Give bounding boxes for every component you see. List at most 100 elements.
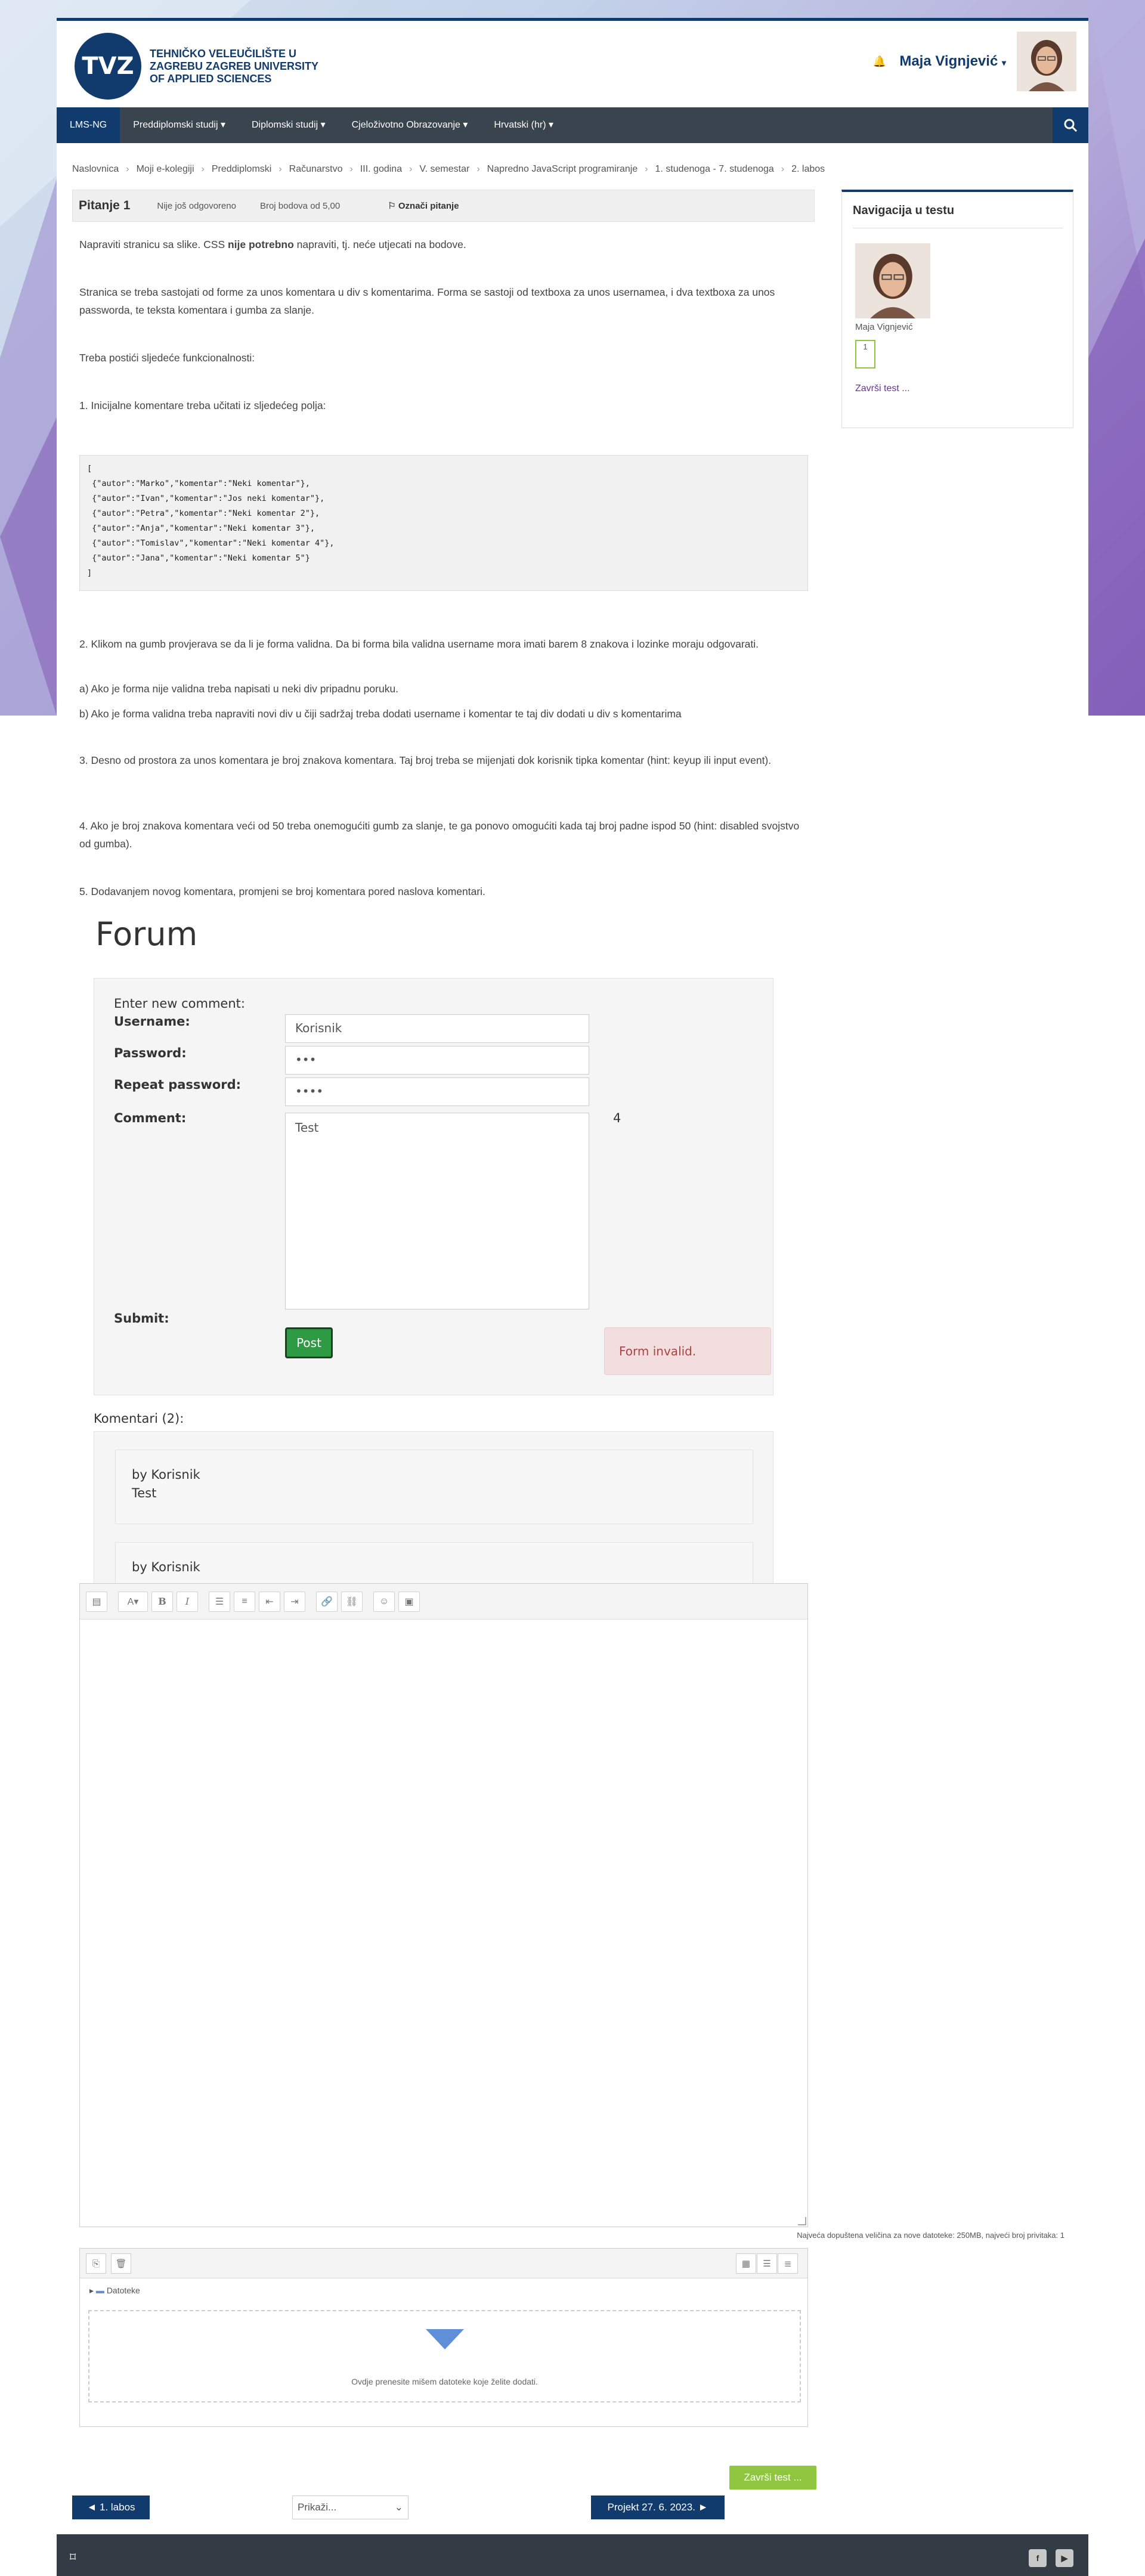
comment-textarea: Test xyxy=(285,1113,589,1309)
files-label: Datoteke xyxy=(106,2286,140,2295)
jump-to-select[interactable]: Prikaži... ⌄ xyxy=(292,2496,409,2519)
numbered-list-icon[interactable]: ≡ xyxy=(234,1591,255,1612)
breadcrumb-item[interactable]: Preddiplomski xyxy=(212,164,271,175)
file-manager: ⎘ 🗑 ▦ ☰ ≣ ▸ ▬ Datoteke Ovdje prenesite m… xyxy=(79,2248,808,2427)
dropzone-text: Ovdje prenesite mišem datoteke koje želi… xyxy=(351,2377,538,2386)
char-count: 4 xyxy=(613,1111,621,1125)
file-manager-toolbar: ⎘ 🗑 ▦ ☰ ≣ xyxy=(80,2249,807,2278)
resize-handle-icon[interactable] xyxy=(798,2217,806,2225)
user-name[interactable]: Maja Vignjević ▾ xyxy=(899,53,1006,70)
question-paragraph-4: 1. Inicijalne komentare treba učitati iz… xyxy=(79,400,326,411)
chevron-right-icon: › xyxy=(349,164,353,174)
youtube-icon[interactable]: ▶ xyxy=(1056,2549,1073,2567)
question-paragraph-6: a) Ako je forma nije validna treba napis… xyxy=(79,683,399,695)
comments-heading: Komentari (2): xyxy=(94,1411,184,1426)
question-points: Broj bodova od 5,00 xyxy=(259,200,341,211)
comment-label: Comment: xyxy=(114,1111,187,1125)
question-1-nav-button[interactable]: 1 xyxy=(855,340,875,369)
nav-preddiplomski[interactable]: Preddiplomski studij ▾ xyxy=(120,107,239,143)
breadcrumb: Naslovnica › Moji e-kolegiji › Preddiploms… xyxy=(72,164,825,175)
breadcrumb-item-current[interactable]: 2. labos xyxy=(791,164,825,175)
search-button[interactable] xyxy=(1053,107,1088,143)
question-paragraph-5: 2. Klikom na gumb provjerava se da li je… xyxy=(79,638,759,650)
logo-circle: TVZ xyxy=(75,33,141,100)
quiz-navigation-block: Navigacija u testu Maja Vignjević 1 Zavr… xyxy=(841,190,1073,428)
comment-text: Test xyxy=(132,1486,157,1500)
notification-bell-icon[interactable]: 🔔 xyxy=(873,55,886,68)
flag-question-button[interactable]: ⚐ Označi pitanje xyxy=(388,200,459,211)
editor-toolbar: ▤ A▾ B I ☰ ≡ ⇤ ⇥ 🔗 ⛓ ☺ ▣ xyxy=(80,1584,807,1620)
q-text-bold: nije potrebno xyxy=(227,239,294,250)
breadcrumb-item[interactable]: Računarstvo xyxy=(289,164,343,175)
password-field: ••• xyxy=(285,1046,589,1075)
bullet-list-icon[interactable]: ☰ xyxy=(209,1591,230,1612)
chevron-right-icon: › xyxy=(278,164,282,174)
add-file-icon[interactable]: ⎘ xyxy=(86,2253,106,2274)
answer-editor: ▤ A▾ B I ☰ ≡ ⇤ ⇥ 🔗 ⛓ ☺ ▣ xyxy=(79,1583,808,2227)
nav-diplomski[interactable]: Diplomski studij ▾ xyxy=(239,107,339,143)
flag-question-label: Označi pitanje xyxy=(398,201,459,211)
nav-cjelozivotno[interactable]: Cjeloživotno Obrazovanje ▾ xyxy=(339,107,481,143)
emoticon-icon[interactable]: ☺ xyxy=(373,1591,395,1612)
breadcrumb-item[interactable]: Moji e-kolegiji xyxy=(137,164,194,175)
facebook-icon[interactable]: f xyxy=(1029,2549,1047,2567)
download-arrow-icon xyxy=(425,2329,464,2349)
user-menu[interactable]: 🔔 Maja Vignjević ▾ xyxy=(873,32,1076,91)
user-avatar[interactable] xyxy=(1017,32,1076,91)
main-navbar: LMS-NG Preddiplomski studij ▾ Diplomski … xyxy=(57,107,1088,143)
breadcrumb-item[interactable]: Naslovnica xyxy=(72,164,119,175)
toolbar-toggle-icon[interactable]: ▤ xyxy=(86,1591,107,1612)
icon-view-icon[interactable]: ▦ xyxy=(736,2253,756,2274)
comments-container: by Korisnik Test by Korisnik xyxy=(94,1431,773,1583)
question-status: Nije još odgovoreno xyxy=(157,200,236,211)
forum-title: Forum xyxy=(95,915,198,953)
next-activity-button[interactable]: Projekt 27. 6. 2023. ► xyxy=(591,2496,725,2519)
breadcrumb-item[interactable]: 1. studenoga - 7. studenoga xyxy=(655,164,774,175)
user-name-text: Maja Vignjević xyxy=(899,53,998,69)
jump-select-value: Prikaži... xyxy=(298,2501,337,2513)
image-icon[interactable]: ▣ xyxy=(398,1591,420,1612)
outdent-icon[interactable]: ⇤ xyxy=(259,1591,280,1612)
nav-language[interactable]: Hrvatski (hr) ▾ xyxy=(481,107,567,143)
tree-view-icon[interactable]: ≣ xyxy=(778,2253,798,2274)
logo-line-3: OF APPLIED SCIENCES xyxy=(150,72,272,85)
chevron-right-icon: › xyxy=(201,164,205,174)
files-folder[interactable]: ▸ ▬ Datoteke xyxy=(89,2286,140,2296)
breadcrumb-item[interactable]: Napredno JavaScript programiranje xyxy=(487,164,638,175)
prev-activity-button[interactable]: ◄ 1. labos xyxy=(72,2496,150,2519)
chevron-right-icon: › xyxy=(126,164,129,174)
repeat-password-label: Repeat password: xyxy=(114,1078,242,1092)
nav-lms-ng[interactable]: LMS-NG xyxy=(57,107,120,143)
page-container: TVZ TEHNIČKO VELEUČILIŠTE U ZAGREBU ZAGR… xyxy=(57,18,1088,2576)
delete-icon[interactable]: 🗑 xyxy=(111,2253,131,2274)
search-icon xyxy=(1064,119,1078,132)
bookmark-icon[interactable]: ⌑ xyxy=(70,2550,76,2565)
question-paragraph-2: Stranica se treba sastojati od forme za … xyxy=(79,286,775,316)
bold-icon[interactable]: B xyxy=(151,1591,173,1612)
list-view-icon[interactable]: ☰ xyxy=(757,2253,777,2274)
font-style-icon[interactable]: A▾ xyxy=(118,1591,148,1612)
submit-label: Submit: xyxy=(114,1311,169,1326)
italic-icon[interactable]: I xyxy=(177,1591,198,1612)
logo-line-2: ZAGREBU ZAGREB UNIVERSITY xyxy=(150,60,319,72)
question-paragraph-9: 4. Ako je broj znakova komentara veći od… xyxy=(79,820,800,850)
post-button: Post xyxy=(285,1327,333,1358)
link-icon[interactable]: 🔗 xyxy=(316,1591,338,1612)
caret-right-icon: ▸ xyxy=(89,2286,94,2295)
tvz-logo[interactable]: TVZ TEHNIČKO VELEUČILIŠTE U ZAGREBU ZAGR… xyxy=(75,33,318,100)
breadcrumb-item[interactable]: V. semestar xyxy=(419,164,469,175)
file-dropzone[interactable]: Ovdje prenesite mišem datoteke koje želi… xyxy=(88,2310,801,2402)
caret-down-icon: ▾ xyxy=(1001,58,1006,67)
breadcrumb-item[interactable]: III. godina xyxy=(360,164,402,175)
comment-item: by Korisnik Test xyxy=(115,1450,753,1524)
editor-content-area[interactable] xyxy=(80,1620,807,2227)
unlink-icon[interactable]: ⛓ xyxy=(341,1591,363,1612)
finish-test-button[interactable]: Završi test ... xyxy=(729,2466,816,2490)
student-avatar xyxy=(855,243,930,318)
form-invalid-alert: Form invalid. xyxy=(604,1327,771,1375)
indent-icon[interactable]: ⇥ xyxy=(284,1591,305,1612)
comment-author: by Korisnik xyxy=(132,1560,200,1574)
finish-test-link[interactable]: Završi test ... xyxy=(855,383,910,394)
question-info-bar: Pitanje 1 Nije još odgovoreno Broj bodov… xyxy=(72,190,815,222)
folder-icon: ▬ xyxy=(95,2286,104,2295)
